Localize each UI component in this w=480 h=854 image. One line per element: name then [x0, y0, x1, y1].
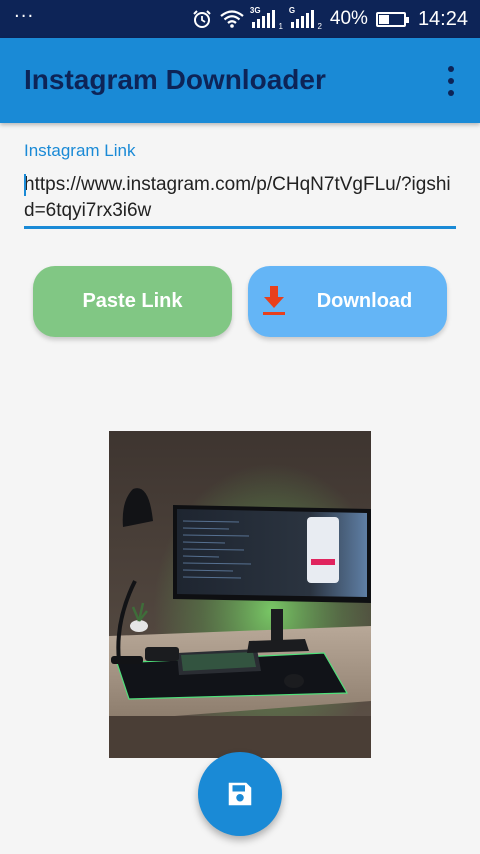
network-type-label: G	[288, 6, 296, 15]
download-button[interactable]: Download	[248, 266, 447, 337]
sim-slot-label: 1	[278, 22, 283, 31]
link-field-label: Instagram Link	[24, 141, 136, 160]
download-label: Download	[316, 290, 413, 312]
app-title: Instagram Downloader	[24, 64, 326, 95]
battery-percent: 40%	[329, 8, 368, 29]
more-vert-icon[interactable]	[444, 66, 458, 96]
app-bar: Instagram Downloader	[0, 38, 480, 123]
paste-link-button[interactable]: Paste Link	[33, 266, 232, 337]
link-input-value: https://www.instagram.com/p/CHqN7tVgFLu/…	[24, 174, 451, 221]
battery-icon	[375, 11, 409, 27]
alarm-icon	[193, 10, 211, 28]
sim-slot-label: 2	[317, 22, 322, 31]
signal-sim1-icon: 3G 1	[250, 6, 283, 31]
save-button[interactable]	[198, 752, 282, 836]
signal-sim2-icon: G 2	[289, 6, 322, 31]
instagram-link-input[interactable]: https://www.instagram.com/p/CHqN7tVgFLu/…	[24, 172, 456, 229]
status-bar: ··· 3G 1 G 2 40% 14:24	[0, 0, 480, 38]
text-cursor	[24, 174, 26, 196]
post-preview-image	[109, 431, 371, 758]
download-icon	[263, 286, 285, 315]
paste-link-label: Paste Link	[82, 290, 183, 312]
wifi-icon	[220, 10, 244, 28]
network-type-label: 3G	[249, 6, 261, 15]
notification-overflow-icon: ···	[14, 6, 35, 27]
desk-setup-photo	[109, 431, 371, 758]
clock: 14:24	[417, 7, 468, 30]
status-icons: 3G 1 G 2 40% 14:24	[192, 0, 468, 38]
save-icon	[228, 782, 252, 806]
